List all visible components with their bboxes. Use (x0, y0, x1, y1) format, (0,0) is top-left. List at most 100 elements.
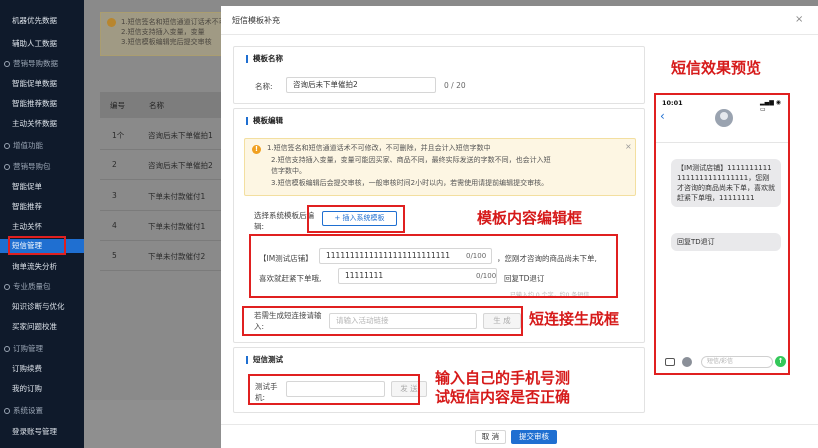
cell-id: 2 (112, 160, 117, 169)
sidebar-group[interactable]: 增值功能 (0, 139, 84, 153)
section-title: 模板名称 (246, 55, 283, 63)
table-header: 编号 名称 (100, 92, 224, 118)
template-name-card: 模板名称 名称: 咨询后未下单催拍2 0 / 20 (233, 46, 645, 104)
sidebar-group-label: 营销导购数据 (13, 59, 58, 68)
sidebar-item[interactable]: 机器优先数据 (0, 14, 84, 28)
choose-template-label: 辑: (254, 222, 265, 231)
template-name-input[interactable]: 咨询后未下单催拍2 (286, 77, 436, 93)
table-row[interactable]: 4 下单未付款催付1 (100, 213, 224, 241)
cell-name: 咨询后未下单催拍2 (148, 161, 213, 170)
footer-divider (221, 424, 818, 425)
choose-template-label: 选择系统模板后编 (254, 211, 314, 220)
sms-test-highlight-box (248, 374, 420, 405)
signal-icon: ▂▄▆ ◉ ▭ (760, 99, 781, 113)
template-content-highlight-box (249, 234, 618, 298)
warning-text: 1.短信签名和短信通道话术不可修改，不可删除，并且会计入短信字数中 (267, 144, 491, 152)
submit-review-button[interactable]: 提交审核 (511, 430, 557, 444)
sidebar-group[interactable]: 专业质量包 (0, 280, 84, 294)
background-warning: 1.短信签名和短信通道订话术不可修改 2.短信支持插入变量，变量 3.短信模板编… (100, 12, 230, 56)
sidebar-item[interactable]: 智能推荐 (0, 200, 84, 214)
modal-divider (221, 34, 818, 35)
warning-icon (107, 18, 116, 27)
table-row[interactable]: 3 下单未付款催付1 (100, 183, 224, 211)
sidebar-group-label: 专业质量包 (13, 282, 51, 291)
back-icon: ‹ (660, 109, 665, 123)
cell-id: 1个 (112, 131, 125, 140)
status-time: 10:01 (662, 99, 683, 107)
sidebar-item[interactable]: 知识诊断与优化 (0, 300, 84, 314)
cell-id: 3 (112, 191, 117, 200)
sidebar-item[interactable]: 主动关怀数据 (0, 117, 84, 131)
sidebar-item[interactable]: 我的订购 (0, 382, 84, 396)
table-row[interactable]: 2 咨询后未下单催拍2 (100, 152, 224, 180)
section-title: 模板编辑 (246, 117, 283, 125)
sms-preview-phone: 10:01 ▂▄▆ ◉ ▭ ‹ 【IM测试店铺】1111111111111111… (654, 93, 790, 375)
sidebar-item[interactable]: 登录账号管理 (0, 425, 84, 439)
sms-test-annotation: 输入自己的手机号测 (435, 369, 571, 387)
sidebar-item[interactable]: 买家问题校准 (0, 320, 84, 334)
sidebar-group[interactable]: 营销导购包 (0, 160, 84, 174)
background-warning-line: 1.短信签名和短信通道订话术不可修改 (121, 18, 230, 26)
app-store-icon (682, 357, 692, 367)
cell-id: 4 (112, 221, 117, 230)
sms-template-modal: 短信模板补充 × 模板名称 名称: 咨询后未下单催拍2 0 / 20 模板编辑 … (221, 6, 818, 448)
sidebar: 机器优先数据 辅助人工数据 营销导购数据 智能促单数据 智能推荐数据 主动关怀数… (0, 0, 84, 448)
phone-input-bar: 短信/彩信 ↑ (656, 355, 788, 371)
sidebar-item[interactable]: 辅助人工数据 (0, 37, 84, 51)
short-link-highlight-box (242, 306, 523, 336)
modal-title: 短信模板补充 (232, 16, 280, 25)
warning-alert: ! 1.短信签名和短信通道话术不可修改，不可删除，并且会计入短信字数中 2.短信… (244, 138, 636, 196)
cell-id: 5 (112, 251, 117, 260)
group-icon (4, 61, 10, 67)
table-row[interactable]: 5 下单未付款催付2 (100, 243, 224, 271)
sidebar-item[interactable]: 主动关怀 (0, 220, 84, 234)
close-icon[interactable]: × (795, 14, 803, 25)
template-edit-annotation: 模板内容编辑框 (477, 209, 583, 227)
sidebar-item[interactable]: 智能促单数据 (0, 77, 84, 91)
sidebar-item[interactable]: 智能推荐数据 (0, 97, 84, 111)
warning-icon: ! (252, 145, 261, 154)
preview-annotation: 短信效果预览 (671, 59, 762, 77)
message-bubble: 回复TD退订 (671, 233, 781, 251)
group-icon (4, 143, 10, 149)
send-icon: ↑ (775, 356, 786, 367)
sidebar-item[interactable]: 询单流失分析 (0, 260, 84, 274)
group-icon (4, 346, 10, 352)
cancel-button[interactable]: 取 消 (475, 430, 506, 444)
sidebar-highlight-box (8, 236, 66, 255)
contact-avatar (715, 109, 733, 127)
column-header: 名称 (149, 101, 164, 110)
sidebar-group[interactable]: 订购管理 (0, 342, 84, 356)
group-icon (4, 164, 10, 170)
column-header: 编号 (110, 101, 125, 110)
insert-template-highlight-box (307, 205, 405, 233)
sidebar-item[interactable]: 订购续费 (0, 362, 84, 376)
sidebar-group[interactable]: 系统设置 (0, 404, 84, 418)
group-icon (4, 284, 10, 290)
cell-name: 下单未付款催付2 (148, 252, 206, 261)
sms-test-annotation: 试短信内容是否正确 (435, 388, 571, 406)
background-warning-line: 2.短信支持插入变量，变量 (121, 28, 205, 36)
background-footer (84, 400, 224, 448)
sidebar-group-label: 营销导购包 (13, 162, 51, 171)
table-row[interactable]: 1个 咨询后未下单催拍1 (100, 122, 224, 150)
warning-text: 2.短信支持插入变量，变量可能因买家、商品不同，最终实际发送的字数不同，也会计入… (271, 156, 551, 164)
name-char-counter: 0 / 20 (444, 81, 466, 90)
group-icon (4, 408, 10, 414)
message-bubble: 【IM测试店铺】11111111111111111111111111，您刚才咨询… (671, 159, 781, 207)
name-label: 名称: (255, 82, 273, 91)
sidebar-group[interactable]: 营销导购数据 (0, 57, 84, 71)
section-title: 短信测试 (246, 356, 283, 364)
cell-name: 下单未付款催付1 (148, 192, 206, 201)
warning-text: 3.短信模板编辑后会提交审核，一般审核时间2小时以内，若需使用请提前编辑提交审核… (271, 179, 549, 187)
sidebar-group-label: 订购管理 (13, 344, 43, 353)
message-input: 短信/彩信 (701, 356, 773, 368)
short-link-annotation: 短连接生成框 (529, 310, 620, 328)
camera-icon (665, 358, 675, 366)
sidebar-item[interactable]: 智能促单 (0, 180, 84, 194)
background-warning-line: 3.短信模板编辑完后提交审核 (121, 38, 212, 46)
cell-name: 咨询后未下单催拍1 (148, 131, 213, 140)
warning-text: 信字数中。 (271, 167, 306, 175)
close-icon[interactable]: × (625, 142, 632, 151)
sidebar-group-label: 系统设置 (13, 406, 43, 415)
